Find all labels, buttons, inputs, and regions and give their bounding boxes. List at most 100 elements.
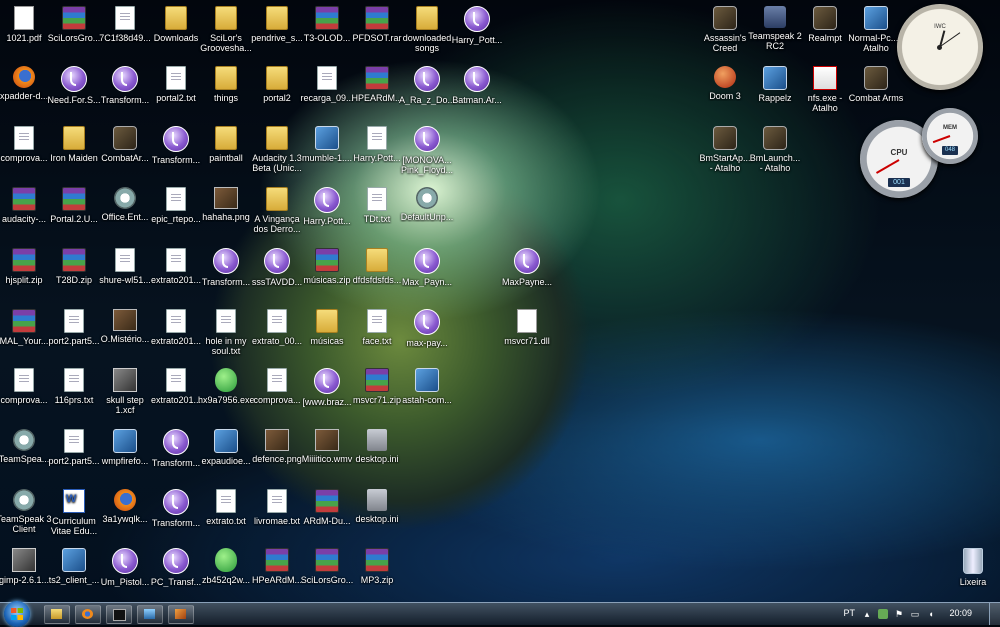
desktop-icon[interactable]: Um_Pistol...	[97, 548, 153, 587]
desktop-icon[interactable]: hahaha.png	[198, 187, 254, 222]
desktop-icon[interactable]: downloaded songs	[399, 6, 455, 53]
desktop-icon[interactable]: portal2	[249, 66, 305, 103]
desktop-icon[interactable]: SciLorsGro...	[299, 548, 355, 585]
desktop-icon[interactable]: SciLor's Groovesha...	[198, 6, 254, 53]
desktop-icon[interactable]: Combat Arms	[848, 66, 904, 103]
desktop-icon[interactable]: 7C1f38d49...	[97, 6, 153, 43]
desktop-icon[interactable]: gimp-2.6.1...	[0, 548, 52, 585]
desktop-icon[interactable]: expaudioe...	[198, 429, 254, 466]
desktop-icon[interactable]: 1021.pdf	[0, 6, 52, 43]
taskbar-app-button[interactable]	[168, 605, 194, 624]
desktop-icon[interactable]: hx9a7956.exe	[198, 368, 254, 405]
desktop-icon[interactable]: extrato201...	[148, 368, 204, 405]
desktop-icon[interactable]: sssTAVDD...	[249, 248, 305, 287]
desktop-icon[interactable]: pendrive_s...	[249, 6, 305, 43]
desktop-icon[interactable]: CombatAr...	[97, 126, 153, 163]
desktop-icon[interactable]: Realmpt	[797, 6, 853, 43]
desktop-icon[interactable]: Transform...	[148, 429, 204, 468]
desktop-icon[interactable]: astah-com...	[399, 368, 455, 405]
desktop-icon[interactable]: Need.For.S...	[46, 66, 102, 105]
desktop-icon[interactable]: xpadder-d...	[0, 66, 52, 101]
desktop-icon[interactable]: A_Ra_z_Do...	[399, 66, 455, 105]
show-desktop-button[interactable]	[989, 603, 1000, 625]
desktop-icon[interactable]: [www.braz...	[299, 368, 355, 407]
desktop-icon[interactable]: paintball	[198, 126, 254, 163]
desktop-icon[interactable]: face.txt	[349, 309, 405, 346]
desktop-icon[interactable]: shure-wl51...	[97, 248, 153, 285]
desktop-icon[interactable]: things	[198, 66, 254, 103]
desktop-icon[interactable]: zb452q2w...	[198, 548, 254, 585]
desktop-icon[interactable]: nfs.exe - Atalho	[797, 66, 853, 113]
desktop-icon[interactable]: Lixeira	[945, 548, 1000, 587]
desktop-icon[interactable]: A Vingança dos Derro...	[249, 187, 305, 234]
desktop-icon[interactable]: extrato.txt	[198, 489, 254, 526]
desktop-icon[interactable]: Harry_Pott...	[449, 6, 505, 45]
desktop-icon[interactable]: O.Mistério...	[97, 309, 153, 344]
desktop-icon[interactable]: msvcr71.dll	[499, 309, 555, 346]
desktop-icon[interactable]: desktop.ini	[349, 489, 405, 524]
desktop-icon[interactable]: PFDSOT.rar	[349, 6, 405, 43]
flag-icon[interactable]: ⚑	[894, 609, 904, 619]
taskbar-explorer-button[interactable]	[44, 605, 70, 624]
desktop-icon[interactable]: T3-OLOD...	[299, 6, 355, 43]
desktop-icon[interactable]: Curriculum Vitae Edu...	[46, 489, 102, 536]
desktop-icon[interactable]: PC_Transf...	[148, 548, 204, 587]
desktop-icon[interactable]: DefaultUnp...	[399, 187, 455, 222]
desktop-icon[interactable]: Portal.2.U...	[46, 187, 102, 224]
desktop-icon[interactable]: Downloads	[148, 6, 204, 43]
show-hidden-icons-icon[interactable]: ▴	[862, 609, 872, 619]
desktop-icon[interactable]: max-pay...	[399, 309, 455, 348]
desktop-icon[interactable]: Doom 3	[697, 66, 753, 101]
desktop-icon[interactable]: Transform...	[148, 489, 204, 528]
desktop-icon[interactable]: extrato201...	[148, 248, 204, 285]
desktop-icon[interactable]: músicas	[299, 309, 355, 346]
desktop-icon[interactable]: SciLorsGro...	[46, 6, 102, 43]
desktop-icon[interactable]: portal2.txt	[148, 66, 204, 103]
desktop-icon[interactable]: port2.part5...	[46, 429, 102, 466]
desktop-icon[interactable]: BmStartAp... - Atalho	[697, 126, 753, 173]
desktop-icon[interactable]: wmpfirefo...	[97, 429, 153, 466]
desktop-icon[interactable]: MAL_Your...	[0, 309, 52, 346]
desktop-icon[interactable]: Normal-Pc... - Atalho	[848, 6, 904, 53]
desktop-icon[interactable]: defence.png	[249, 429, 305, 464]
desktop-icon[interactable]: 3a1ywqlk...	[97, 489, 153, 524]
desktop-icon[interactable]: msvcr71.zip	[349, 368, 405, 405]
desktop-icon[interactable]: hjsplit.zip	[0, 248, 52, 285]
volume-icon[interactable]: ◖	[926, 609, 936, 619]
desktop-icon[interactable]: HPEARdM...	[349, 66, 405, 103]
desktop-icon[interactable]: Assassin's Creed	[697, 6, 753, 53]
desktop-icon[interactable]: hole in my soul.txt	[198, 309, 254, 356]
desktop-icon[interactable]: dfdsfdsfds...	[349, 248, 405, 285]
desktop-icon[interactable]: 116prs.txt	[46, 368, 102, 405]
desktop-icon[interactable]: HPeARdM...	[249, 548, 305, 585]
desktop-icon[interactable]: epic_rtepo...	[148, 187, 204, 224]
desktop-icon[interactable]: TeamSpea...	[0, 429, 52, 464]
desktop-icon[interactable]: TeamSpeak 3 Client	[0, 489, 52, 534]
taskbar-network-button[interactable]	[137, 605, 163, 624]
desktop-icon[interactable]: skull step 1.xcf	[97, 368, 153, 415]
taskbar-firefox-button[interactable]	[75, 605, 101, 624]
desktop-icon[interactable]: Iron Maiden	[46, 126, 102, 163]
desktop-icon[interactable]: Audacity 1.3 Beta (Unic...	[249, 126, 305, 173]
language-indicator[interactable]: PT	[843, 608, 855, 618]
desktop-icon[interactable]: ts2_client_...	[46, 548, 102, 585]
desktop-icon[interactable]: comprova...	[0, 368, 52, 405]
desktop[interactable]: 1021.pdf SciLorsGro... 7C1f38d49... Downloa…	[0, 0, 1000, 603]
desktop-icon[interactable]: livromae.txt	[249, 489, 305, 526]
start-button[interactable]	[4, 601, 30, 627]
desktop-icon[interactable]: Harry.Pott...	[299, 187, 355, 226]
desktop-icon[interactable]: Teamspeak 2 RC2	[747, 6, 803, 51]
clock-gadget[interactable]: IWC	[897, 4, 983, 90]
desktop-icon[interactable]: MaxPayne...	[499, 248, 555, 287]
desktop-icon[interactable]: desktop.ini	[349, 429, 405, 464]
desktop-icon[interactable]: TDt.txt	[349, 187, 405, 224]
desktop-icon[interactable]: Transform...	[97, 66, 153, 105]
desktop-icon[interactable]: mumble-1....	[299, 126, 355, 163]
desktop-icon[interactable]: port2.part5...	[46, 309, 102, 346]
desktop-icon[interactable]: extrato_00...	[249, 309, 305, 346]
desktop-icon[interactable]: comprova...	[249, 368, 305, 405]
desktop-icon[interactable]: Harry.Pott...	[349, 126, 405, 163]
taskbar-clock[interactable]: 20:09	[949, 608, 972, 618]
taskbar-cmd-button[interactable]	[106, 605, 132, 624]
desktop-icon[interactable]: Rappelz	[747, 66, 803, 103]
